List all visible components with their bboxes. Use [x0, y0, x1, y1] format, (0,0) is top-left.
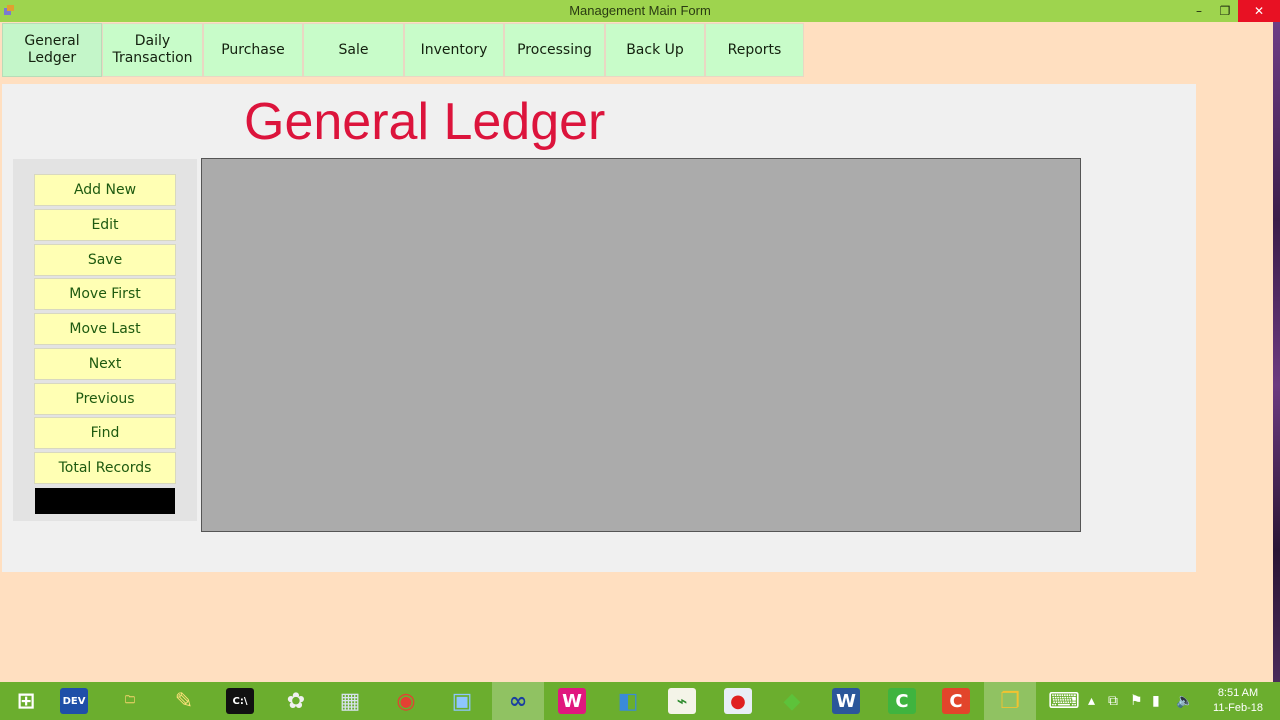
menu-label: Back Up [626, 41, 684, 58]
save-button[interactable]: Save [34, 244, 176, 276]
word-icon: W [832, 688, 860, 714]
network-adapter-icon[interactable]: ⧉ [1108, 693, 1118, 709]
desktop-background [1273, 22, 1280, 682]
dev-taskbar-button[interactable]: DEV [48, 682, 100, 720]
menu-purchase[interactable]: Purchase [203, 23, 303, 77]
clock[interactable]: 8:51 AM 11-Feb-18 [1206, 686, 1270, 716]
package-icon: ◧ [617, 688, 639, 714]
signal-icon[interactable]: ▮ [1152, 693, 1160, 709]
show-hidden-icon[interactable]: ▴ [1088, 693, 1095, 709]
keyboard-icon[interactable]: ⌨ [1048, 689, 1080, 714]
add-new-button[interactable]: Add New [34, 174, 176, 206]
window-title: Management Main Form [569, 3, 711, 18]
start-taskbar-button[interactable]: ⊞ [0, 682, 52, 720]
link-app-taskbar-button[interactable]: ∞ [492, 682, 544, 720]
cmd-icon: C:\ [226, 688, 254, 714]
wamp-taskbar-button[interactable]: W [546, 682, 598, 720]
tools-taskbar-button[interactable]: ✎ [158, 682, 210, 720]
word-taskbar-button[interactable]: W [820, 682, 872, 720]
menu-label: Purchase [221, 41, 285, 58]
camtasia-recorder-icon: C [942, 688, 970, 714]
recorder-icon: ● [724, 688, 752, 714]
tools-icon: ✎ [174, 688, 194, 714]
calculator-icon: ▦ [339, 688, 361, 714]
move-first-button[interactable]: Move First [34, 278, 176, 310]
find-button[interactable]: Find [34, 417, 176, 449]
link-app-icon: ∞ [508, 688, 528, 714]
menu-processing[interactable]: Processing [504, 23, 605, 77]
clock-date: 11-Feb-18 [1213, 702, 1263, 714]
menu-inventory[interactable]: Inventory [404, 23, 504, 77]
menu-sale[interactable]: Sale [303, 23, 404, 77]
menu-label: Processing [517, 41, 592, 58]
title-bar: Management Main Form – ❐ ✕ [0, 0, 1280, 22]
close-button[interactable]: ✕ [1238, 0, 1280, 22]
paint-taskbar-button[interactable]: ✿ [270, 682, 322, 720]
record-count-display [35, 488, 175, 514]
menu-label: Reports [727, 41, 782, 58]
total-records-button[interactable]: Total Records [34, 452, 176, 484]
page-title: General Ledger [244, 93, 606, 151]
package-taskbar-button[interactable]: ◧ [602, 682, 654, 720]
cmd-taskbar-button[interactable]: C:\ [214, 682, 266, 720]
calculator-taskbar-button[interactable]: ▦ [324, 682, 376, 720]
menu-general-ledger[interactable]: General Ledger [2, 23, 102, 77]
dev-icon: DEV [60, 688, 88, 714]
volume-icon[interactable]: 🔈 [1176, 693, 1193, 709]
file-explorer-icon: 🗀 [125, 694, 135, 706]
menu-back-up[interactable]: Back Up [605, 23, 705, 77]
main-menu-bar: General Ledger Daily Transaction Purchase Sal… [2, 23, 804, 77]
running-app-icon: ❐ [1000, 688, 1020, 714]
menu-daily-transaction[interactable]: Daily Transaction [102, 23, 203, 77]
start-icon: ⊞ [16, 688, 36, 714]
chrome-taskbar-button[interactable]: ◉ [380, 682, 432, 720]
control-panel-icon: ▣ [451, 688, 473, 714]
taskbar: ⊞ DEV 🗀 ✎ C:\ ✿ ▦ ◉ ▣ ∞ W ◧ ⌁ ● ◆ W C C ❐ ⌨ ▴ ⧉ ⚑ ▮ 🔈 8:51 AM 1… [0, 682, 1280, 720]
running-app-taskbar-button[interactable]: ❐ [984, 682, 1036, 720]
minimize-button[interactable]: – [1186, 0, 1212, 22]
menu-label: Ledger [27, 50, 77, 66]
ledger-grid[interactable] [201, 158, 1081, 532]
file-explorer-taskbar-button[interactable]: 🗀 [104, 682, 156, 720]
next-button[interactable]: Next [34, 348, 176, 380]
previous-button[interactable]: Previous [34, 383, 176, 415]
chart-app-taskbar-button[interactable]: ⌁ [656, 682, 708, 720]
menu-label: Transaction [112, 50, 193, 66]
maximize-button[interactable]: ❐ [1212, 0, 1238, 22]
camtasia-icon: C [888, 688, 916, 714]
menu-label: Inventory [420, 41, 488, 58]
flag-icon[interactable]: ⚑ [1130, 693, 1143, 709]
chart-app-icon: ⌁ [668, 688, 696, 714]
menu-reports[interactable]: Reports [705, 23, 804, 77]
edit-button[interactable]: Edit [34, 209, 176, 241]
camtasia-taskbar-button[interactable]: C [876, 682, 928, 720]
menu-label: Daily [134, 33, 171, 49]
bluestacks-taskbar-button[interactable]: ◆ [766, 682, 818, 720]
menu-label: Sale [338, 41, 369, 58]
control-panel-taskbar-button[interactable]: ▣ [436, 682, 488, 720]
menu-label: General [24, 33, 80, 49]
wamp-icon: W [558, 688, 586, 714]
camtasia-recorder-taskbar-button[interactable]: C [930, 682, 982, 720]
move-last-button[interactable]: Move Last [34, 313, 176, 345]
paint-icon: ✿ [286, 688, 306, 714]
bluestacks-icon: ◆ [783, 688, 801, 714]
recorder-taskbar-button[interactable]: ● [712, 682, 764, 720]
clock-time: 8:51 AM [1217, 687, 1259, 699]
chrome-icon: ◉ [396, 688, 416, 714]
